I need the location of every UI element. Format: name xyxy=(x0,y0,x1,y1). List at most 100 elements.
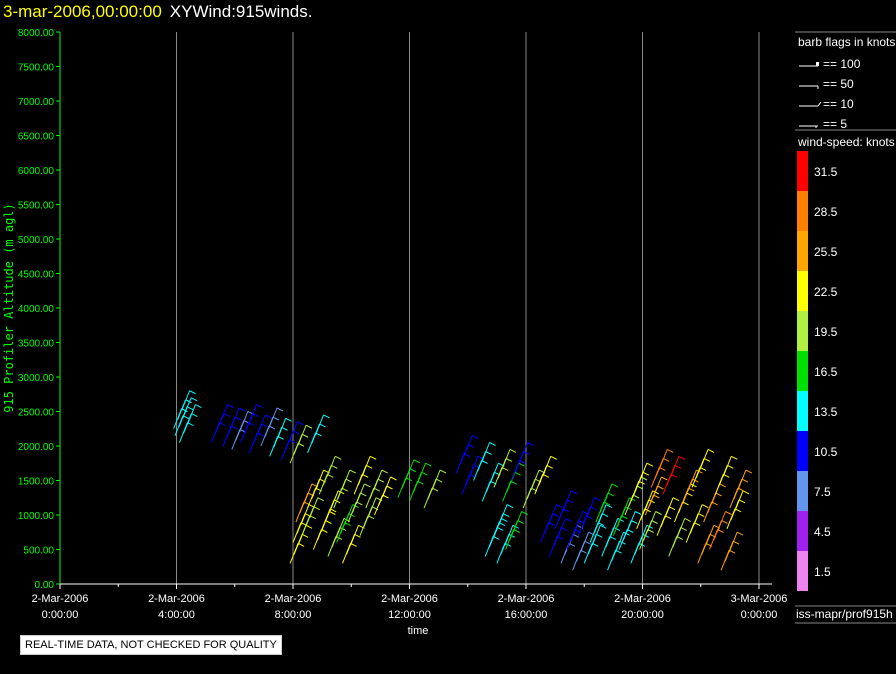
wind-barb-flag xyxy=(655,511,662,515)
wind-barb-flag xyxy=(630,520,638,524)
wind-barb-flag xyxy=(195,404,202,408)
y-tick-label: 7500.00 xyxy=(18,63,55,74)
barb-flag-100-icon xyxy=(816,62,819,66)
wind-barb-flag xyxy=(707,448,715,453)
colorbar-swatch xyxy=(797,151,808,191)
wind-barb-flag xyxy=(502,513,510,518)
wind-barb-flag xyxy=(345,478,352,483)
wind-barb-flag xyxy=(471,435,479,440)
wind-barb-flag xyxy=(552,513,559,518)
wind-barb-flag xyxy=(514,471,521,476)
wind-barb-flag xyxy=(323,414,330,419)
y-tick-label: 6000.00 xyxy=(18,166,55,177)
colorbar-swatch xyxy=(797,191,808,231)
wind-barb-flag xyxy=(668,506,676,511)
y-tick-label: 7000.00 xyxy=(18,97,55,108)
wind-barb-flag xyxy=(686,492,693,497)
wind-barb-flag xyxy=(738,499,746,504)
x-tick-label-date: 2-Mar-2006 xyxy=(148,593,205,605)
colorbar-swatch xyxy=(797,391,808,431)
wind-barb-flag xyxy=(227,404,234,408)
wind-barb-flag xyxy=(736,531,744,536)
y-tick-label: 5000.00 xyxy=(18,235,55,246)
wind-barb-flag xyxy=(605,504,613,509)
wind-barb-flag xyxy=(674,464,682,469)
x-tick-label-time: 0:00:00 xyxy=(42,609,79,621)
x-tick-label-time: 16:00:00 xyxy=(505,609,548,621)
x-tick-label-date: 2-Mar-2006 xyxy=(265,593,322,605)
wind-barb-flag xyxy=(570,490,578,495)
wind-barb-flag xyxy=(565,517,572,522)
x-tick-label-time: 4:00:00 xyxy=(158,609,195,621)
colorbar-label: 28.5 xyxy=(814,205,838,219)
wind-barb-flag xyxy=(489,442,496,446)
wind-barb-flag xyxy=(640,476,648,481)
wind-barb-flag xyxy=(317,497,324,502)
wind-barb-flag xyxy=(191,413,198,417)
wind-barb-plot: 0.00 500.00 1000.00 1500.00 2000.00 2500.00 30… xyxy=(2,28,896,637)
wind-barb-flag xyxy=(657,485,664,490)
wind-barb-flag xyxy=(272,416,280,421)
y-tick-label: 8000.00 xyxy=(18,28,55,39)
wind-barb-flag xyxy=(386,485,393,490)
wind-barb-flag xyxy=(190,397,198,402)
wind-barb-flag xyxy=(727,464,734,469)
wind-barb-flag xyxy=(349,469,356,474)
y-tick-label: 4500.00 xyxy=(18,270,55,281)
wind-barb-flag xyxy=(409,468,417,473)
y-tick-label: 5500.00 xyxy=(18,201,55,212)
y-tick-label: 500.00 xyxy=(23,546,54,557)
wind-barb-flag xyxy=(611,483,619,488)
wind-barb-flag xyxy=(732,540,740,545)
barb-legend-label: == 100 xyxy=(823,57,861,71)
wind-barb-flag xyxy=(261,423,268,428)
wind-barb-flag xyxy=(505,457,513,462)
wind-barb-flag xyxy=(646,462,654,467)
y-tick-label: 3500.00 xyxy=(18,339,55,350)
wind-barb-flag xyxy=(265,414,272,419)
wind-barb-flag xyxy=(301,433,309,438)
colorbar-label: 1.5 xyxy=(814,565,831,579)
wind-barb-flag xyxy=(672,497,680,502)
wind-barb-flag xyxy=(252,413,259,417)
colorbar-title: wind-speed: knots xyxy=(797,135,895,149)
x-tick-label-time: 8:00:00 xyxy=(275,609,312,621)
wind-barb-flag xyxy=(546,464,553,469)
wind-barb-flag xyxy=(325,520,332,524)
wind-barb-flag xyxy=(518,462,525,467)
wind-barb-flag xyxy=(189,390,196,395)
barb-flag-10-icon xyxy=(817,101,822,107)
colorbar-label: 22.5 xyxy=(814,285,838,299)
wind-barb-flag xyxy=(550,455,557,460)
wind-barb-flag xyxy=(561,526,568,531)
wind-barb-flag xyxy=(501,517,508,522)
wind-barb-flag xyxy=(596,533,603,538)
wind-barb-flag xyxy=(600,524,607,529)
wind-barb-flag xyxy=(330,464,338,469)
wind-barb-flag xyxy=(566,499,574,504)
barb-legend-title: barb flags in knots xyxy=(798,35,895,49)
wind-barb-flag xyxy=(185,399,192,404)
y-tick-label: 1000.00 xyxy=(18,511,55,522)
colorbar-label: 13.5 xyxy=(814,405,838,419)
wind-barb-flag xyxy=(590,506,597,511)
wind-barb-flag xyxy=(719,483,726,488)
barb-legend-label: == 50 xyxy=(823,77,854,91)
wind-barb-flag xyxy=(360,492,367,497)
x-tick-label-date: 2-Mar-2006 xyxy=(32,593,89,605)
x-tick-label-date: 3-Mar-2006 xyxy=(731,593,788,605)
wind-barb-flag xyxy=(425,462,432,467)
wind-barb-flag xyxy=(678,455,686,460)
wind-barb-flag xyxy=(721,520,728,524)
wind-barb-flag xyxy=(381,469,389,474)
wind-barb-flag xyxy=(572,533,580,538)
wind-barb-flag xyxy=(439,469,447,474)
wind-barb-flag xyxy=(527,442,534,446)
wind-barb-flag xyxy=(725,511,732,515)
colorbar-swatch xyxy=(797,311,808,351)
source-label: iss-mapr/prof915h xyxy=(796,607,893,621)
wind-barb-flag xyxy=(584,540,591,545)
wind-barb-flag xyxy=(313,506,320,511)
wind-barb-flag xyxy=(293,430,300,435)
colorbar-label: 4.5 xyxy=(814,525,831,539)
